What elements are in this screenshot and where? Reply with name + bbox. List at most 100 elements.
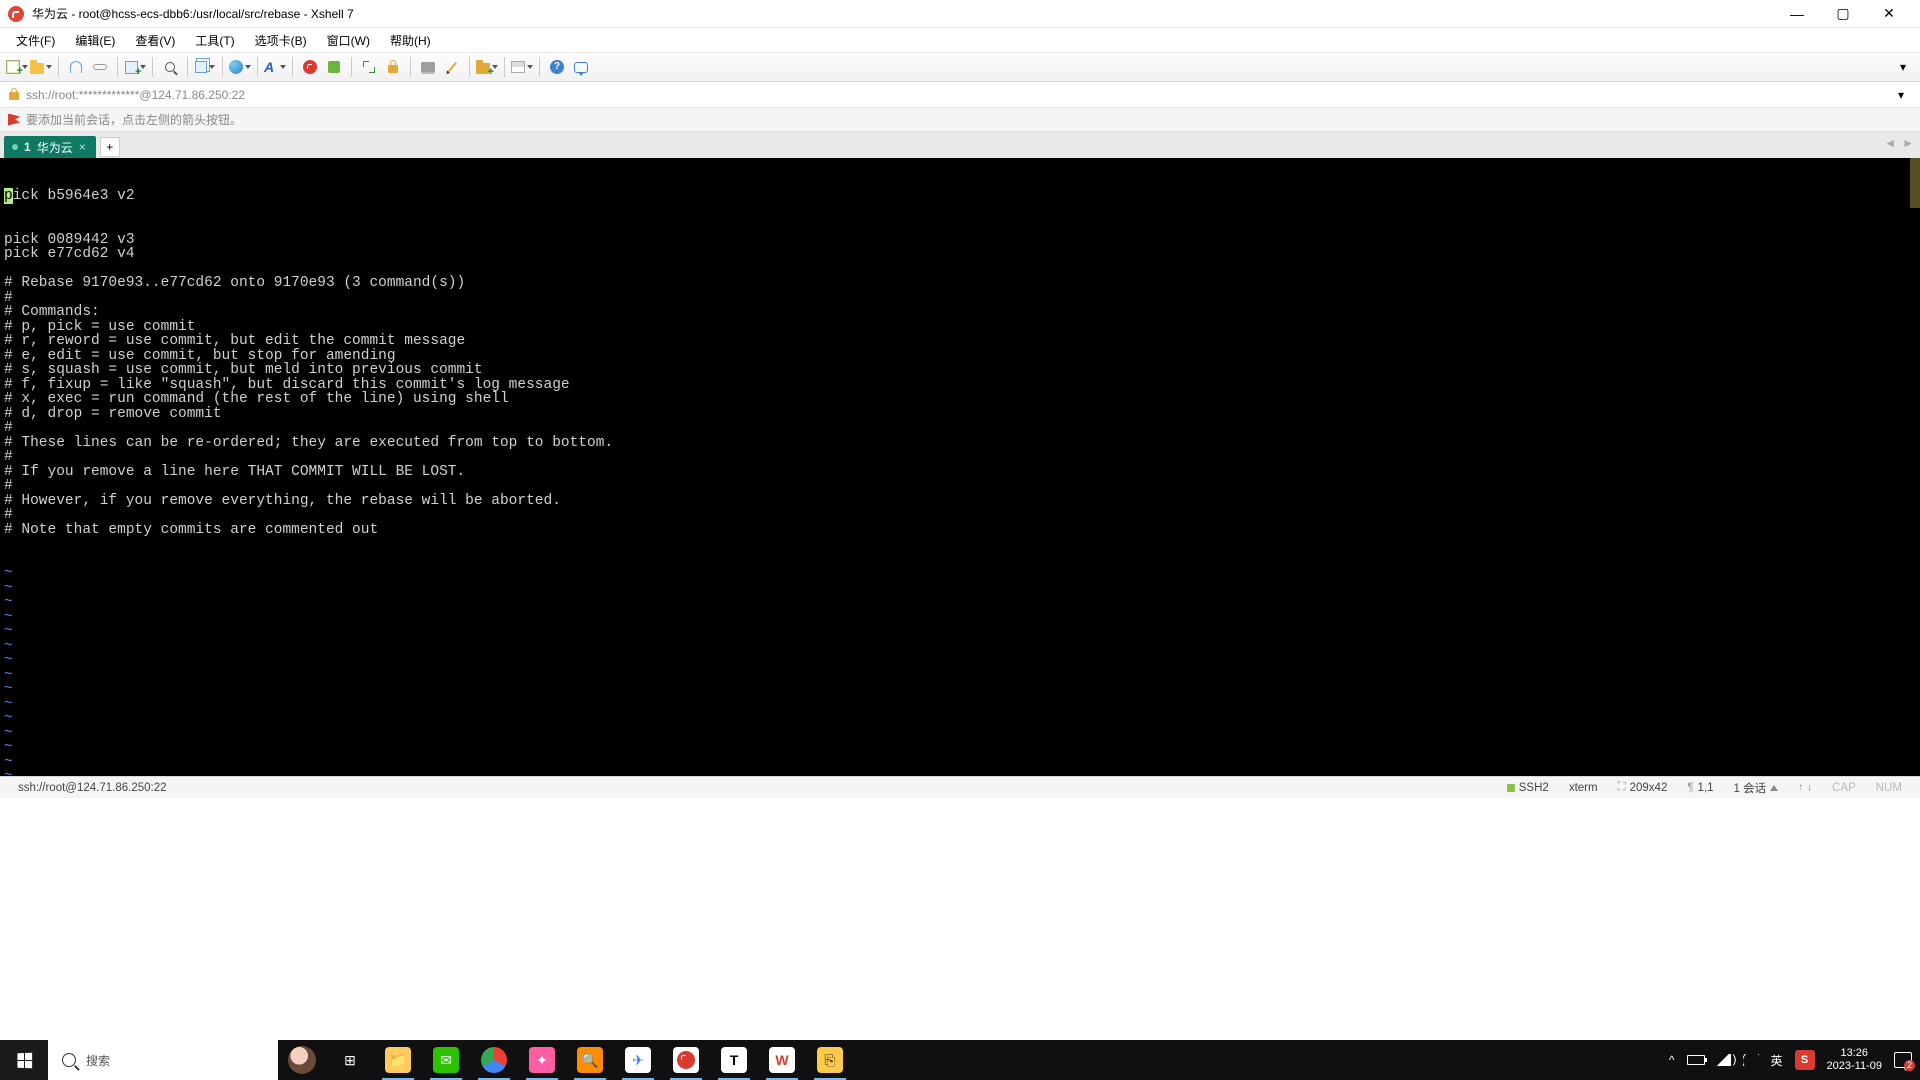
windows-taskbar: 搜索 ⊞ 📁 ✉ ✦ 🔍 ✈ T W ⎘ ^ 英 S 13:26 2023-11… bbox=[0, 1040, 1920, 1080]
properties-button[interactable] bbox=[124, 56, 146, 78]
taskbar-app-pink[interactable]: ✦ bbox=[518, 1040, 566, 1080]
copy-files-button[interactable] bbox=[194, 56, 216, 78]
terminal-tilde: ~ bbox=[4, 711, 1920, 726]
tab-next-button[interactable]: ► bbox=[1902, 136, 1914, 150]
taskbar-app-wechat[interactable]: ✉ bbox=[422, 1040, 470, 1080]
menu-view[interactable]: 查看(V) bbox=[127, 30, 183, 51]
tab-close-button[interactable]: × bbox=[79, 140, 86, 154]
search-icon bbox=[62, 1053, 76, 1067]
minimize-button[interactable]: — bbox=[1774, 0, 1820, 28]
layout-button[interactable] bbox=[511, 56, 533, 78]
open-button[interactable] bbox=[30, 56, 52, 78]
terminal-line: # Note that empty commits are commented … bbox=[4, 523, 1920, 538]
notifications-button[interactable]: 2 bbox=[1894, 1052, 1912, 1068]
terminal-line: # e, edit = use commit, but stop for ame… bbox=[4, 349, 1920, 364]
terminal[interactable]: pick b5964e3 v2 pick 0089442 v3pick e77c… bbox=[0, 158, 1920, 776]
taskbar-app-red[interactable] bbox=[662, 1040, 710, 1080]
clock[interactable]: 13:26 2023-11-09 bbox=[1827, 1047, 1882, 1073]
terminal-tilde: ~ bbox=[4, 653, 1920, 668]
taskbar-app-chrome[interactable] bbox=[470, 1040, 518, 1080]
menu-edit[interactable]: 编辑(E) bbox=[67, 30, 123, 51]
wifi-icon[interactable] bbox=[1743, 1054, 1759, 1066]
menu-bar: 文件(F) 编辑(E) 查看(V) 工具(T) 选项卡(B) 窗口(W) 帮助(… bbox=[0, 28, 1920, 52]
lock-button[interactable] bbox=[382, 56, 404, 78]
tab-label: 华为云 bbox=[37, 139, 73, 156]
status-pos: ¶1,1 bbox=[1677, 777, 1723, 798]
terminal-line: # r, reword = use commit, but edit the c… bbox=[4, 334, 1920, 349]
hint-text: 要添加当前会话，点击左侧的箭头按钮。 bbox=[26, 111, 242, 128]
terminal-scrollbar[interactable] bbox=[1910, 158, 1920, 776]
find-button[interactable] bbox=[159, 56, 181, 78]
help-button[interactable]: ? bbox=[546, 56, 568, 78]
menu-tabs[interactable]: 选项卡(B) bbox=[247, 30, 315, 51]
taskbar-search[interactable]: 搜索 bbox=[48, 1040, 278, 1080]
terminal-tilde: ~ bbox=[4, 624, 1920, 639]
ime-indicator[interactable]: S bbox=[1795, 1050, 1815, 1070]
notification-badge: 2 bbox=[1904, 1060, 1915, 1071]
tab-prev-button[interactable]: ◄ bbox=[1884, 136, 1896, 150]
new-session-button[interactable] bbox=[6, 56, 28, 78]
taskbar-app-feishu[interactable]: ✈ bbox=[614, 1040, 662, 1080]
menu-window[interactable]: 窗口(W) bbox=[319, 30, 378, 51]
fullscreen-button[interactable] bbox=[358, 56, 380, 78]
xftp-button[interactable] bbox=[323, 56, 345, 78]
clock-time: 13:26 bbox=[1827, 1047, 1882, 1060]
terminal-line: # If you remove a line here THAT COMMIT … bbox=[4, 465, 1920, 480]
highlight-button[interactable] bbox=[441, 56, 463, 78]
terminal-tilde: ~ bbox=[4, 566, 1920, 581]
task-view-button[interactable]: ⊞ bbox=[326, 1040, 374, 1080]
font-button[interactable]: A bbox=[264, 56, 286, 78]
reconnect-button[interactable] bbox=[89, 56, 111, 78]
status-cap: CAP bbox=[1822, 777, 1866, 798]
log-button[interactable] bbox=[417, 56, 439, 78]
terminal-line: # Commands: bbox=[4, 305, 1920, 320]
maximize-button[interactable]: ▢ bbox=[1820, 0, 1866, 28]
start-button[interactable] bbox=[0, 1040, 48, 1080]
title-bar: 华为云 - root@hcss-ecs-dbb6:/usr/local/src/… bbox=[0, 0, 1920, 28]
menu-tools[interactable]: 工具(T) bbox=[187, 30, 242, 51]
terminal-tilde: ~ bbox=[4, 610, 1920, 625]
battery-icon[interactable] bbox=[1687, 1055, 1705, 1065]
session-tab[interactable]: 1 华为云 × bbox=[4, 136, 96, 158]
taskbar-app-xshell[interactable]: ⎘ bbox=[806, 1040, 854, 1080]
terminal-line: # f, fixup = like "squash", but discard … bbox=[4, 378, 1920, 393]
ime-lang[interactable]: 英 bbox=[1771, 1052, 1783, 1069]
feedback-button[interactable] bbox=[570, 56, 592, 78]
terminal-tilde: ~ bbox=[4, 697, 1920, 712]
menu-help[interactable]: 帮助(H) bbox=[382, 30, 439, 51]
xagent-button[interactable] bbox=[299, 56, 321, 78]
tab-add-button[interactable]: + bbox=[100, 137, 120, 157]
address-overflow-button[interactable]: ▾ bbox=[1890, 84, 1912, 106]
terminal-tilde: ~ bbox=[4, 682, 1920, 697]
disconnect-button[interactable] bbox=[65, 56, 87, 78]
toolbar-overflow-button[interactable]: ▾ bbox=[1892, 56, 1914, 78]
status-sessions[interactable]: 1 会话 bbox=[1724, 777, 1789, 798]
volume-icon[interactable] bbox=[1717, 1054, 1731, 1066]
flag-icon bbox=[8, 114, 20, 126]
taskbar-app-everything[interactable]: 🔍 bbox=[566, 1040, 614, 1080]
tray-overflow-button[interactable]: ^ bbox=[1669, 1053, 1675, 1067]
tab-index: 1 bbox=[24, 140, 31, 154]
terminal-tilde: ~ bbox=[4, 581, 1920, 596]
terminal-tilde: ~ bbox=[4, 639, 1920, 654]
hint-bar: 要添加当前会话，点击左侧的箭头按钮。 bbox=[0, 108, 1920, 132]
cursor: p bbox=[4, 188, 13, 204]
menu-file[interactable]: 文件(F) bbox=[8, 30, 63, 51]
web-button[interactable] bbox=[229, 56, 251, 78]
terminal-line: # These lines can be re-ordered; they ar… bbox=[4, 436, 1920, 451]
terminal-line: pick e77cd62 v4 bbox=[4, 247, 1920, 262]
status-connection: ssh://root@124.71.86.250:22 bbox=[8, 777, 177, 798]
address-text[interactable]: ssh://root:*************@124.71.86.250:2… bbox=[26, 88, 245, 102]
close-button[interactable]: ✕ bbox=[1866, 0, 1912, 28]
terminal-line: # However, if you remove everything, the… bbox=[4, 494, 1920, 509]
taskbar-app-typora[interactable]: T bbox=[710, 1040, 758, 1080]
script-folder-button[interactable] bbox=[476, 56, 498, 78]
lock-icon bbox=[8, 89, 20, 101]
taskbar-app-wps[interactable]: W bbox=[758, 1040, 806, 1080]
terminal-line bbox=[4, 262, 1920, 277]
status-arrows[interactable]: ↑↓ bbox=[1788, 777, 1822, 798]
taskbar-app-explorer[interactable]: 📁 bbox=[374, 1040, 422, 1080]
terminal-line: # d, drop = remove commit bbox=[4, 407, 1920, 422]
terminal-line: # s, squash = use commit, but meld into … bbox=[4, 363, 1920, 378]
cortana-button[interactable] bbox=[278, 1046, 326, 1074]
